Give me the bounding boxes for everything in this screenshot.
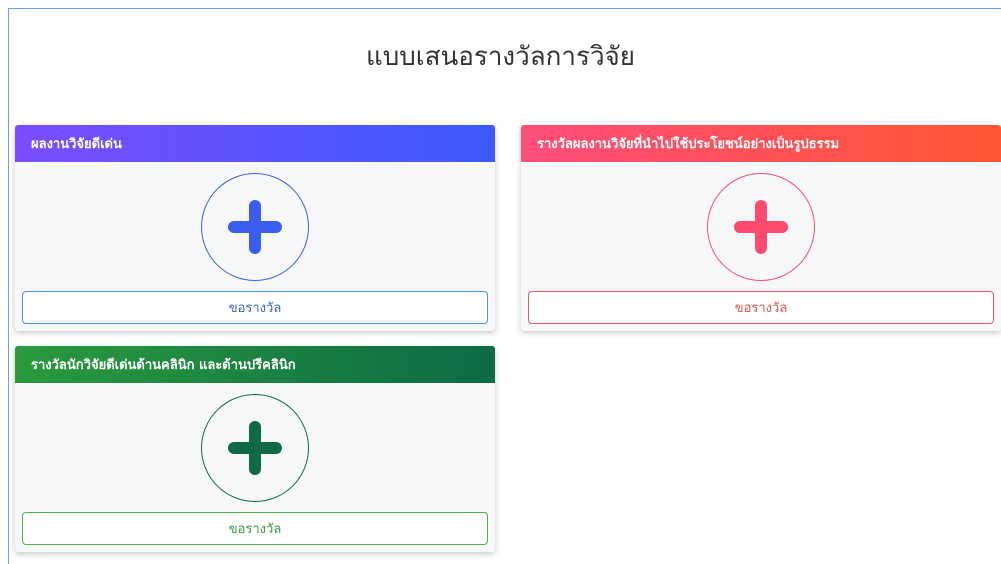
award-card-outstanding-research: ผลงานวิจัยดีเด่น ขอรางวัล bbox=[15, 125, 495, 331]
add-award-plus-icon[interactable] bbox=[201, 173, 309, 281]
plus-icon bbox=[228, 200, 282, 254]
card-header: รางวัลผลงานวิจัยที่นำไปใช้ประโยชน์อย่างเ… bbox=[521, 125, 1001, 162]
plus-icon bbox=[228, 421, 282, 475]
request-award-button[interactable]: ขอรางวัล bbox=[528, 291, 994, 324]
card-header: รางวัลนักวิจัยดีเด่นด้านคลินิก และด้านปร… bbox=[15, 346, 495, 383]
plus-icon bbox=[734, 200, 788, 254]
request-award-button[interactable]: ขอรางวัล bbox=[22, 512, 488, 545]
award-card-clinical-researcher: รางวัลนักวิจัยดีเด่นด้านคลินิก และด้านปร… bbox=[15, 346, 495, 552]
award-card-applied-research: รางวัลผลงานวิจัยที่นำไปใช้ประโยชน์อย่างเ… bbox=[521, 125, 1001, 331]
card-header: ผลงานวิจัยดีเด่น bbox=[15, 125, 495, 162]
request-award-button[interactable]: ขอรางวัล bbox=[22, 291, 488, 324]
page-title: แบบเสนอรางวัลการวิจัย bbox=[365, 42, 636, 72]
add-award-plus-icon[interactable] bbox=[201, 394, 309, 502]
add-award-plus-icon[interactable] bbox=[707, 173, 815, 281]
